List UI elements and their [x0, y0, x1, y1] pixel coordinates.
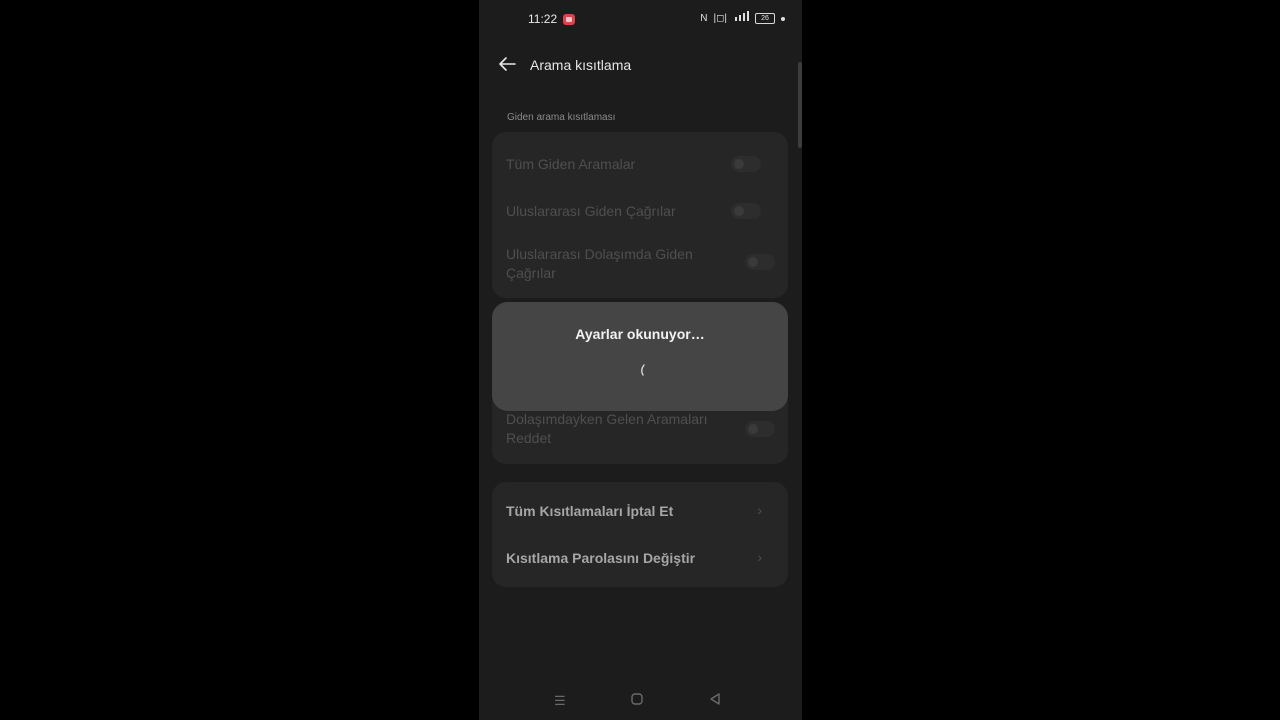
status-icons: N |◻| 26	[700, 11, 785, 26]
home-icon[interactable]	[631, 693, 643, 708]
toggle-row-international-outgoing[interactable]: Uluslararası Giden Çağrılar	[506, 202, 774, 221]
toggle-row-roaming-incoming[interactable]: Dolaşımdayken Gelen Aramaları Reddet	[506, 410, 731, 448]
back-arrow-icon[interactable]	[496, 53, 518, 75]
battery-icon: 26	[755, 13, 775, 24]
dialog-title: Ayarlar okunuyor…	[575, 326, 705, 342]
toggle-switch[interactable]	[745, 421, 775, 437]
toggle-switch[interactable]	[731, 203, 761, 219]
action-row-change-password[interactable]: Kısıtlama Parolasını Değiştir ›	[506, 549, 774, 568]
vibrate-icon: |◻|	[713, 12, 728, 24]
scrollbar[interactable]	[798, 62, 802, 148]
chevron-right-icon: ›	[757, 502, 762, 518]
notification-dot-icon	[781, 16, 785, 21]
row-label: Uluslararası Dolaşımda Giden Çağrılar	[506, 246, 693, 281]
menu-icon[interactable]: ☰	[554, 693, 566, 709]
status-bar: 11:22 N |◻| 26	[479, 0, 802, 40]
section-label-outgoing: Giden arama kısıtlaması	[507, 112, 616, 123]
action-row-cancel-all[interactable]: Tüm Kısıtlamaları İptal Et ›	[506, 502, 774, 521]
nfc-icon: N	[700, 12, 708, 24]
row-label: Tüm Kısıtlamaları İptal Et	[506, 503, 674, 519]
screen-record-icon	[563, 14, 575, 25]
page-title: Arama kısıtlama	[530, 57, 632, 73]
chevron-right-icon: ›	[757, 549, 762, 565]
loading-spinner-icon	[641, 364, 645, 376]
toggle-switch[interactable]	[731, 156, 761, 172]
signal-icon	[733, 11, 749, 26]
navigation-bar: ☰	[479, 680, 802, 720]
row-label: Dolaşımdayken Gelen Aramaları Reddet	[506, 411, 708, 446]
phone-screen: 11:22 N |◻| 26 Arama kısıtlama Giden ara…	[479, 0, 802, 720]
status-time: 11:22	[528, 12, 558, 26]
actions-card: Tüm Kısıtlamaları İptal Et › Kısıtlama P…	[492, 482, 788, 587]
row-label: Kısıtlama Parolasını Değiştir	[506, 550, 696, 566]
loading-dialog: Ayarlar okunuyor…	[492, 302, 788, 411]
toggle-switch[interactable]	[745, 254, 775, 270]
toggle-row-roaming-outgoing[interactable]: Uluslararası Dolaşımda Giden Çağrılar	[506, 245, 716, 283]
toggle-row-all-outgoing[interactable]: Tüm Giden Aramalar	[506, 155, 774, 174]
back-triangle-icon[interactable]	[709, 693, 721, 708]
outgoing-card: Tüm Giden Aramalar Uluslararası Giden Ça…	[492, 132, 788, 298]
